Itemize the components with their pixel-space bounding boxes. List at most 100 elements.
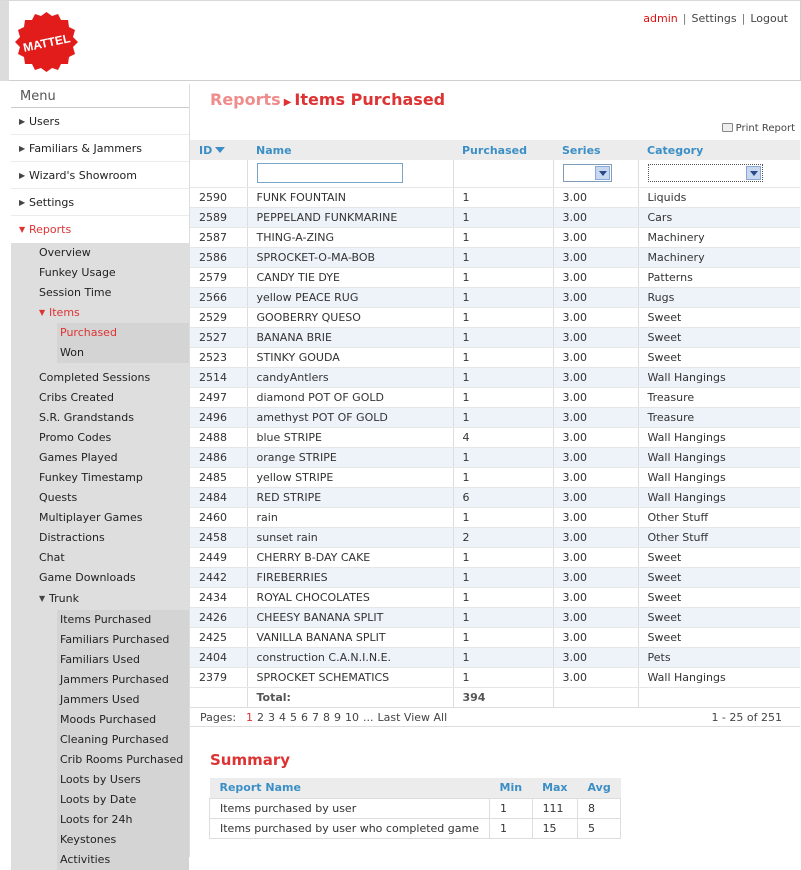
reports-item[interactable]: Funkey Timestamp: [11, 468, 189, 488]
name-filter-input[interactable]: [256, 163, 403, 184]
filter-id-cell: [190, 160, 247, 188]
trunk-subitem[interactable]: Keystones: [57, 830, 189, 850]
logout-link[interactable]: Logout: [750, 12, 788, 25]
reports-item[interactable]: Overview: [11, 243, 189, 263]
table-cell: 2425: [190, 627, 247, 648]
trunk-subitem[interactable]: Activities: [57, 850, 189, 870]
trunk-subitem[interactable]: Familiars Purchased: [57, 630, 189, 650]
pager-page-link[interactable]: 5: [290, 711, 297, 724]
trunk-subitem[interactable]: Cleaning Purchased: [57, 730, 189, 750]
top-links: admin | Settings | Logout: [643, 12, 788, 25]
table-row[interactable]: 2449 CHERRY B-DAY CAKE 1 3.00 Sweet: [190, 547, 800, 568]
trunk-subitem[interactable]: Crib Rooms Purchased: [57, 750, 189, 770]
trunk-subitem[interactable]: Moods Purchased: [57, 710, 189, 730]
trunk-subitem[interactable]: Jammers Purchased: [57, 670, 189, 690]
table-row[interactable]: 2586 SPROCKET-O-MA-BOB 1 3.00 Machinery: [190, 247, 800, 268]
table-cell: yellow STRIPE: [246, 467, 453, 488]
reports-item[interactable]: Session Time: [11, 283, 189, 303]
table-row[interactable]: 2485 yellow STRIPE 1 3.00 Wall Hangings: [190, 467, 800, 488]
col-category[interactable]: Category: [638, 140, 800, 160]
table-row[interactable]: 2426 CHEESY BANANA SPLIT 1 3.00 Sweet: [190, 607, 800, 628]
table-row[interactable]: 2404 construction C.A.N.I.N.E. 1 3.00 Pets: [190, 647, 800, 668]
mattel-logo[interactable]: MATTEL: [13, 10, 80, 74]
pager-page-link[interactable]: 4: [279, 711, 286, 724]
table-cell: SPROCKET SCHEMATICS: [246, 667, 453, 688]
table-row[interactable]: 2425 VANILLA BANANA SPLIT 1 3.00 Sweet: [190, 627, 800, 648]
user-link[interactable]: admin: [643, 12, 677, 25]
table-row[interactable]: 2579 CANDY TIE DYE 1 3.00 Patterns: [190, 267, 800, 288]
trunk-subitem[interactable]: Loots by Users: [57, 770, 189, 790]
table-cell: 3.00: [552, 627, 638, 648]
reports-item[interactable]: Cribs Created: [11, 388, 189, 408]
settings-link[interactable]: Settings: [691, 12, 736, 25]
reports-item-items[interactable]: ▼ Items: [11, 303, 189, 323]
table-row[interactable]: 2484 RED STRIPE 6 3.00 Wall Hangings: [190, 487, 800, 508]
pager-page-link[interactable]: 7: [312, 711, 319, 724]
trunk-subitem[interactable]: Loots for 24h: [57, 810, 189, 830]
breadcrumb-reports-link[interactable]: Reports: [210, 90, 281, 109]
trunk-subitem[interactable]: Jammers Used: [57, 690, 189, 710]
print-report-link[interactable]: Print Report: [721, 123, 795, 134]
reports-item-trunk[interactable]: ▼ Trunk: [11, 588, 189, 610]
pager-page-link[interactable]: ...: [363, 711, 374, 724]
table-row[interactable]: 2590 FUNK FOUNTAIN 1 3.00 Liquids: [190, 187, 800, 208]
table-row[interactable]: 2486 orange STRIPE 1 3.00 Wall Hangings: [190, 447, 800, 468]
table-row[interactable]: 2497 diamond POT OF GOLD 1 3.00 Treasure: [190, 387, 800, 408]
printer-icon: [721, 123, 733, 132]
pager-page-link[interactable]: 2: [257, 711, 264, 724]
pager-page-link[interactable]: 6: [301, 711, 308, 724]
sidebar-item-reports[interactable]: ▼ Reports: [11, 216, 189, 243]
trunk-subitem[interactable]: Loots by Date: [57, 790, 189, 810]
col-name[interactable]: Name: [247, 140, 453, 160]
table-row[interactable]: 2496 amethyst POT OF GOLD 1 3.00 Treasure: [190, 407, 800, 428]
reports-item[interactable]: Funkey Usage: [11, 263, 189, 283]
items-subitem[interactable]: Won: [57, 343, 189, 363]
table-cell: Wall Hangings: [637, 447, 800, 468]
trunk-subitem[interactable]: Familiars Used: [57, 650, 189, 670]
sidebar-item-0[interactable]: ▶ Users: [11, 108, 189, 135]
trunk-subitem[interactable]: Items Purchased: [57, 610, 189, 630]
reports-item[interactable]: Promo Codes: [11, 428, 189, 448]
pagination: Pages: 1 2 3 4 5 6 7 8 9 10... Last View All 1 - 2…: [190, 707, 800, 727]
items-subitem[interactable]: Purchased: [57, 323, 189, 343]
pager-page-link[interactable]: 3: [268, 711, 275, 724]
category-filter-select[interactable]: [647, 164, 763, 183]
filter-category-cell: [637, 160, 800, 188]
sidebar-item-1[interactable]: ▶ Familiars & Jammers: [11, 135, 189, 162]
table-row[interactable]: 2566 yellow PEACE RUG 1 3.00 Rugs: [190, 287, 800, 308]
col-id[interactable]: ID: [190, 140, 247, 160]
table-row[interactable]: 2514 candyAntlers 1 3.00 Wall Hangings: [190, 367, 800, 388]
reports-item[interactable]: Quests: [11, 488, 189, 508]
table-row[interactable]: 2458 sunset rain 2 3.00 Other Stuff: [190, 527, 800, 548]
table-row[interactable]: 2442 FIREBERRIES 1 3.00 Sweet: [190, 567, 800, 588]
summary-col-min: Min: [489, 778, 533, 798]
table-cell: Sweet: [637, 607, 800, 628]
sidebar-item-2[interactable]: ▶ Wizard's Showroom: [11, 162, 189, 189]
series-filter-select[interactable]: [562, 164, 612, 183]
col-purchased[interactable]: Purchased: [453, 140, 553, 160]
sidebar-item-3[interactable]: ▶ Settings: [11, 189, 189, 216]
reports-item[interactable]: Games Played: [11, 448, 189, 468]
reports-item[interactable]: S.R. Grandstands: [11, 408, 189, 428]
table-row[interactable]: 2529 GOOBERRY QUESO 1 3.00 Sweet: [190, 307, 800, 328]
pager-page-link[interactable]: 9: [334, 711, 341, 724]
table-row[interactable]: 2460 rain 1 3.00 Other Stuff: [190, 507, 800, 528]
table-row[interactable]: 2523 STINKY GOUDA 1 3.00 Sweet: [190, 347, 800, 368]
table-cell: 2484: [190, 487, 247, 508]
pager-page-link[interactable]: 1: [246, 711, 253, 724]
reports-item[interactable]: Completed Sessions: [11, 368, 189, 388]
table-row[interactable]: 2434 ROYAL CHOCOLATES 1 3.00 Sweet: [190, 587, 800, 608]
pager-page-link[interactable]: Last View All: [378, 711, 448, 724]
reports-item[interactable]: Multiplayer Games: [11, 508, 189, 528]
table-row[interactable]: 2589 PEPPELAND FUNKMARINE 1 3.00 Cars: [190, 207, 800, 228]
reports-item[interactable]: Game Downloads: [11, 568, 189, 588]
pager-page-link[interactable]: 10: [345, 711, 359, 724]
pager-page-link[interactable]: 8: [323, 711, 330, 724]
reports-item[interactable]: Chat: [11, 548, 189, 568]
reports-item[interactable]: Distractions: [11, 528, 189, 548]
table-row[interactable]: 2527 BANANA BRIE 1 3.00 Sweet: [190, 327, 800, 348]
table-row[interactable]: 2379 SPROCKET SCHEMATICS 1 3.00 Wall Hanging…: [190, 667, 800, 688]
col-series[interactable]: Series: [553, 140, 638, 160]
table-row[interactable]: 2587 THING-A-ZING 1 3.00 Machinery: [190, 227, 800, 248]
table-row[interactable]: 2488 blue STRIPE 4 3.00 Wall Hangings: [190, 427, 800, 448]
